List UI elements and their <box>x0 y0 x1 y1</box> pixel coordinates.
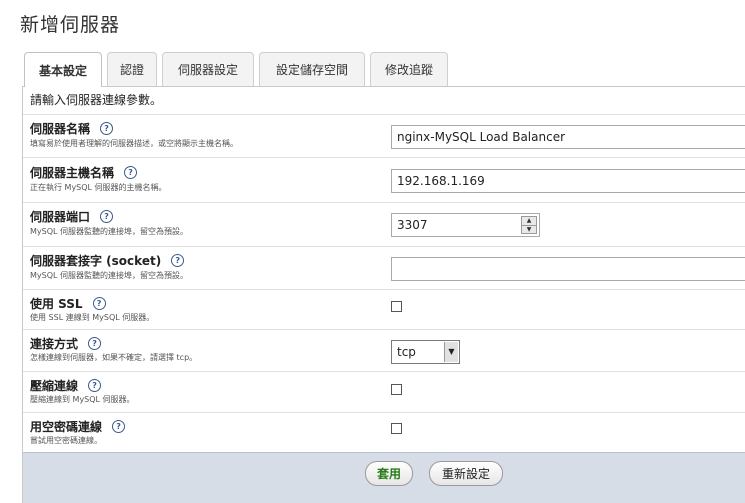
help-icon[interactable]: ? <box>171 254 185 267</box>
server-host-desc: 正在執行 MySQL 伺服器的主機名稱。 <box>30 183 167 192</box>
form-footer: 套用 重新設定 <box>23 452 745 503</box>
compress-desc: 壓縮連線到 MySQL 伺服器。 <box>30 395 135 404</box>
use-ssl-checkbox[interactable] <box>391 301 402 312</box>
empty-password-desc: 嘗試用空密碼連線。 <box>30 436 102 445</box>
server-socket-desc: MySQL 伺服器監聽的連接埠，留空為預設。 <box>30 271 189 280</box>
stepper-down-icon[interactable]: ▼ <box>522 226 536 234</box>
tab-storage-settings[interactable]: 設定儲存空間 <box>259 52 365 86</box>
row-compress: 壓縮連線? 壓縮連線到 MySQL 伺服器。 <box>23 372 745 413</box>
help-icon[interactable]: ? <box>100 210 114 223</box>
reset-button[interactable]: 重新設定 <box>429 461 503 486</box>
stepper-buttons[interactable]: ▲ ▼ <box>521 216 537 234</box>
server-socket-label: 伺服器套接字 (socket) <box>30 254 162 268</box>
server-name-desc: 填寫易於使用者理解的伺服器描述，或空將顯示主機名稱。 <box>30 139 238 148</box>
use-ssl-label: 使用 SSL <box>30 297 83 311</box>
server-port-stepper[interactable]: 3307 ▲ ▼ <box>391 213 540 237</box>
help-icon[interactable]: ? <box>88 379 102 392</box>
connect-type-desc: 怎樣連線到伺服器，如果不確定，請選擇 tcp。 <box>30 353 198 362</box>
row-server-port: 伺服器端口? MySQL 伺服器監聽的連接埠，留空為預設。 3307 ▲ ▼ <box>23 203 745 247</box>
page-title: 新增伺服器 <box>20 14 121 36</box>
dropdown-arrow-icon[interactable]: ▼ <box>444 342 458 362</box>
row-server-host: 伺服器主機名稱? 正在執行 MySQL 伺服器的主機名稱。 <box>23 158 745 203</box>
compress-label: 壓縮連線 <box>30 379 79 393</box>
row-connect-type: 連接方式? 怎樣連線到伺服器，如果不確定，請選擇 tcp。 tcp ▼ <box>23 330 745 372</box>
server-host-input[interactable] <box>391 169 745 193</box>
help-icon[interactable]: ? <box>92 297 106 310</box>
stepper-up-icon[interactable]: ▲ <box>522 217 536 226</box>
server-name-input[interactable] <box>391 125 745 149</box>
tab-basic-settings[interactable]: 基本設定 <box>24 52 102 87</box>
server-socket-input[interactable] <box>391 257 745 281</box>
help-icon[interactable]: ? <box>112 420 126 433</box>
row-empty-password: 用空密碼連線? 嘗試用空密碼連線。 <box>23 413 745 451</box>
compress-checkbox[interactable] <box>391 384 402 395</box>
connect-type-select[interactable]: tcp ▼ <box>391 340 460 364</box>
empty-password-label: 用空密碼連線 <box>30 420 103 434</box>
server-host-label: 伺服器主機名稱 <box>30 166 115 180</box>
help-icon[interactable]: ? <box>100 122 114 135</box>
help-icon[interactable]: ? <box>88 337 102 350</box>
apply-button[interactable]: 套用 <box>365 461 413 486</box>
tab-server-settings[interactable]: 伺服器設定 <box>162 52 254 86</box>
row-server-name: 伺服器名稱? 填寫易於使用者理解的伺服器描述，或空將顯示主機名稱。 <box>23 115 745 158</box>
server-port-desc: MySQL 伺服器監聽的連接埠，留空為預設。 <box>30 227 189 236</box>
empty-password-checkbox[interactable] <box>391 423 402 434</box>
help-icon[interactable]: ? <box>124 166 138 179</box>
intro-text: 請輸入伺服器連線參數。 <box>23 87 745 115</box>
tab-change-tracking[interactable]: 修改追蹤 <box>370 52 448 86</box>
connect-type-value: tcp <box>397 345 416 359</box>
tab-authentication[interactable]: 認證 <box>107 52 157 86</box>
server-name-label: 伺服器名稱 <box>30 122 91 136</box>
server-port-label: 伺服器端口 <box>30 210 91 224</box>
server-port-value: 3307 <box>397 218 428 232</box>
connect-type-label: 連接方式 <box>30 337 79 351</box>
settings-panel: 請輸入伺服器連線參數。 伺服器名稱? 填寫易於使用者理解的伺服器描述，或空將顯示… <box>22 86 745 503</box>
row-use-ssl: 使用 SSL? 使用 SSL 連線到 MySQL 伺服器。 <box>23 290 745 330</box>
row-server-socket: 伺服器套接字 (socket)? MySQL 伺服器監聽的連接埠，留空為預設。 <box>23 247 745 290</box>
use-ssl-desc: 使用 SSL 連線到 MySQL 伺服器。 <box>30 313 155 322</box>
